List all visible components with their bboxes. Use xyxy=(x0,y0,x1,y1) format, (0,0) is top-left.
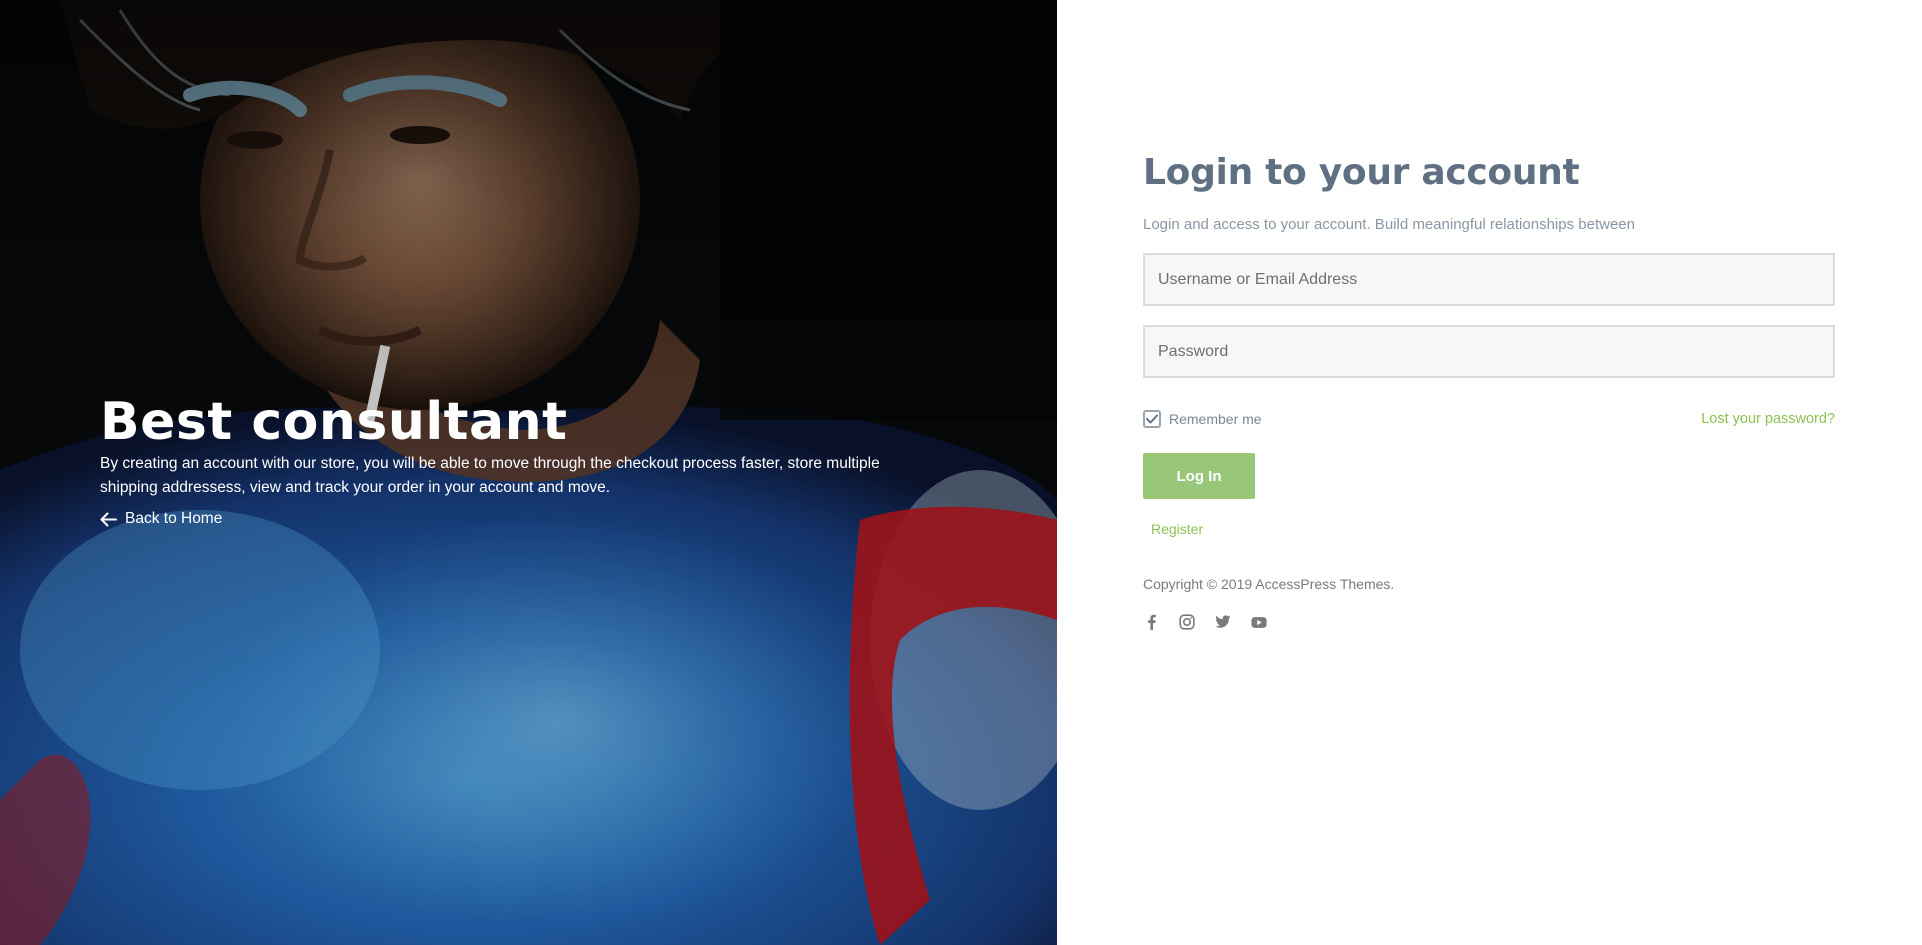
hero-description: By creating an account with our store, y… xyxy=(100,455,880,496)
username-input[interactable] xyxy=(1143,253,1835,306)
lost-password-link[interactable]: Lost your password? xyxy=(1701,411,1835,427)
back-to-home-link[interactable]: Back to Home xyxy=(100,510,222,528)
remember-me-label: Remember me xyxy=(1169,411,1262,427)
password-input[interactable] xyxy=(1143,325,1835,378)
twitter-icon[interactable] xyxy=(1215,614,1231,630)
social-links xyxy=(1143,614,1835,630)
back-to-home-label: Back to Home xyxy=(125,510,223,527)
hero-content: Best consultant By creating an account w… xyxy=(100,392,950,532)
hero-title: Best consultant xyxy=(100,392,568,452)
login-options-row: Remember me Lost your password? xyxy=(1143,410,1835,428)
checkbox-checked-icon xyxy=(1143,410,1161,428)
register-link[interactable]: Register xyxy=(1151,521,1203,537)
login-page: Best consultant By creating an account w… xyxy=(0,0,1922,945)
copyright-text: Copyright © 2019 AccessPress Themes. xyxy=(1143,576,1395,592)
hero-panel: Best consultant By creating an account w… xyxy=(0,0,1057,945)
login-subtitle: Login and access to your account. Build … xyxy=(1143,216,1635,233)
login-button[interactable]: Log In xyxy=(1143,453,1255,499)
login-panel: Login to your account Login and access t… xyxy=(1057,0,1922,945)
login-form: Login to your account Login and access t… xyxy=(1143,148,1835,630)
login-title: Login to your account xyxy=(1143,152,1580,193)
instagram-icon[interactable] xyxy=(1179,614,1195,630)
facebook-icon[interactable] xyxy=(1143,614,1159,630)
arrow-left-icon xyxy=(100,512,117,527)
remember-me-checkbox[interactable]: Remember me xyxy=(1143,410,1262,428)
youtube-icon[interactable] xyxy=(1251,614,1267,630)
